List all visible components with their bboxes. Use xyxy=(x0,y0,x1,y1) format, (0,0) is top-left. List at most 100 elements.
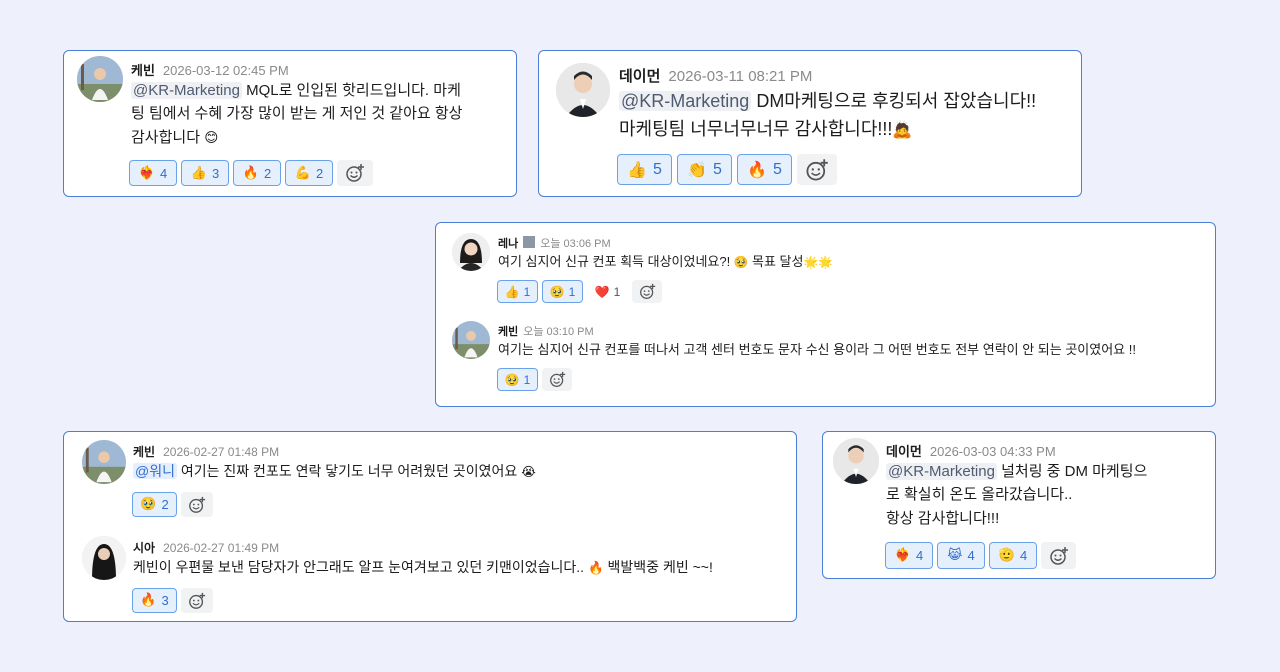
author-name[interactable]: 레나 xyxy=(498,235,518,251)
timestamp[interactable]: 오늘 03:06 PM xyxy=(540,235,610,251)
mention[interactable]: @KR-Marketing xyxy=(886,463,997,480)
avatar[interactable] xyxy=(82,440,126,484)
reaction-thumbs-up[interactable]: 👍 5 xyxy=(617,154,672,185)
avatar[interactable] xyxy=(452,233,490,271)
message-card-damon-dm: 데이먼 2026-03-11 08:21 PM @KR-Marketing DM… xyxy=(538,50,1082,197)
timestamp[interactable]: 2026-03-11 08:21 PM xyxy=(668,68,812,85)
author-name[interactable]: 케빈 xyxy=(131,60,155,79)
timestamp[interactable]: 2026-03-12 02:45 PM xyxy=(163,63,289,78)
reaction-count: 3 xyxy=(211,165,220,181)
timestamp[interactable]: 2026-03-03 04:33 PM xyxy=(930,444,1056,459)
mention[interactable]: @워니 xyxy=(133,463,177,479)
reaction-teary-face[interactable]: 🥹 1 xyxy=(542,280,583,303)
avatar[interactable] xyxy=(452,321,490,359)
add-reaction-button[interactable] xyxy=(632,280,662,303)
reaction-count: 3 xyxy=(161,593,169,608)
reaction-flexed-biceps[interactable]: 💪 2 xyxy=(285,160,333,186)
add-emoji-icon xyxy=(189,592,206,609)
reaction-bar: 🔥 3 xyxy=(132,588,213,613)
thumbs-up-icon: 👍 xyxy=(190,165,207,181)
reaction-heart-on-fire[interactable]: ❤️‍🔥 4 xyxy=(129,160,177,186)
reaction-count: 5 xyxy=(653,160,662,178)
reaction-count: 2 xyxy=(161,497,169,512)
reaction-count: 1 xyxy=(613,284,621,299)
mention[interactable]: @KR-Marketing xyxy=(619,91,752,111)
message-text: @KR-Marketing 널처링 중 DM 마케팅으 로 확실히 온도 올라갔… xyxy=(886,463,1148,527)
message-text: @KR-Marketing DM마케팅으로 후킹되서 잡았습니다!! 마케팅팀 … xyxy=(619,91,1037,139)
reaction-count: 4 xyxy=(915,548,924,563)
author-name[interactable]: 데이먼 xyxy=(886,441,922,460)
add-emoji-icon xyxy=(549,371,565,387)
mention[interactable]: @KR-Marketing xyxy=(131,82,242,99)
timestamp[interactable]: 2026-02-27 01:49 PM xyxy=(163,541,279,555)
avatar[interactable] xyxy=(833,438,879,484)
author-name[interactable]: 시아 xyxy=(133,539,155,556)
smile-emoji: 😊 xyxy=(204,129,219,146)
reaction-bar: 👍 1 🥹 1 ❤️ 1 xyxy=(497,280,662,303)
timestamp[interactable]: 오늘 03:10 PM xyxy=(523,323,593,339)
add-reaction-button[interactable] xyxy=(542,368,572,391)
add-reaction-button[interactable] xyxy=(797,154,837,185)
author-name[interactable]: 케빈 xyxy=(133,443,155,460)
glowing-star-emoji: 🌟🌟 xyxy=(803,255,833,269)
message-text: 여기는 심지어 신규 컨포를 떠나서 고객 센터 번호도 문자 수신 용이라 그… xyxy=(498,342,1136,357)
reaction-count: 2 xyxy=(315,165,324,181)
avatar[interactable] xyxy=(77,56,123,102)
reaction-teary-face[interactable]: 🥹 2 xyxy=(132,492,177,517)
avatar[interactable] xyxy=(556,63,610,117)
message-card-kevin-mql: 케빈 2026-03-12 02:45 PM @KR-Marketing MQL… xyxy=(63,50,517,197)
message-text: @KR-Marketing MQL로 인입된 핫리드입니다. 마케 팅 팀에서 … xyxy=(131,82,463,146)
teary-face-icon: 🥹 xyxy=(504,372,520,387)
reaction-fire[interactable]: 🔥 5 xyxy=(737,154,792,185)
message-card-kevin-sia-thread: 케빈 2026-02-27 01:48 PM @워니 여기는 진짜 컨포도 연락… xyxy=(63,431,797,622)
timestamp[interactable]: 2026-02-27 01:48 PM xyxy=(163,445,279,459)
fire-emoji: 🔥 xyxy=(587,560,604,575)
reaction-count: 5 xyxy=(773,160,782,178)
reaction-count: 1 xyxy=(568,284,576,299)
add-emoji-icon xyxy=(806,158,828,180)
saluting-hand-icon: 🫡 xyxy=(998,548,1015,563)
message-text: 여기 심지어 신규 컨포 획득 대상이었네요?! 🥹 목표 달성🌟🌟 xyxy=(498,254,833,269)
reaction-count: 1 xyxy=(523,372,531,387)
laughing-face-icon: 😹 xyxy=(947,548,963,563)
reaction-fire[interactable]: 🔥 3 xyxy=(132,588,177,613)
teary-face-icon: 🥹 xyxy=(140,497,157,512)
teary-face-emoji: 🥹 xyxy=(733,255,749,269)
reaction-bar: 🥹 1 xyxy=(497,368,572,391)
reaction-bar: ❤️‍🔥 4 👍 3 🔥 2 💪 2 xyxy=(129,160,373,186)
avatar[interactable] xyxy=(82,536,126,580)
reaction-laughing-face[interactable]: 😹 4 xyxy=(937,542,985,569)
thumbs-up-icon: 👍 xyxy=(627,160,647,179)
message-card-lena-thread: 레나 오늘 03:06 PM 여기 심지어 신규 컨포 획득 대상이었네요?! … xyxy=(435,222,1216,407)
thumbs-up-icon: 👍 xyxy=(504,284,520,299)
reaction-clapping-hands[interactable]: 👏 5 xyxy=(677,154,732,185)
reaction-thumbs-up[interactable]: 👍 1 xyxy=(497,280,538,303)
add-emoji-icon xyxy=(639,283,655,299)
clapping-hands-icon: 👏 xyxy=(687,160,707,179)
add-reaction-button[interactable] xyxy=(181,492,213,517)
add-reaction-button[interactable] xyxy=(337,160,373,186)
teary-face-icon: 🥹 xyxy=(549,284,565,299)
reaction-count: 1 xyxy=(523,284,531,299)
author-name[interactable]: 데이먼 xyxy=(619,65,660,86)
author-name[interactable]: 케빈 xyxy=(498,323,518,339)
reaction-heart-on-fire[interactable]: ❤️‍🔥 4 xyxy=(885,542,933,569)
reaction-thumbs-up[interactable]: 👍 3 xyxy=(181,160,229,186)
reaction-saluting-hand[interactable]: 🫡 4 xyxy=(989,542,1037,569)
heart-on-fire-icon: ❤️‍🔥 xyxy=(138,165,155,181)
reaction-teary-face[interactable]: 🥹 1 xyxy=(497,368,538,391)
add-emoji-icon xyxy=(189,496,206,513)
reaction-bar: ❤️‍🔥 4 😹 4 🫡 4 xyxy=(885,542,1076,569)
reaction-fire[interactable]: 🔥 2 xyxy=(233,160,281,186)
reaction-count: 4 xyxy=(159,165,168,181)
reaction-bar: 👍 5 👏 5 🔥 5 xyxy=(617,154,837,185)
reaction-bar: 🥹 2 xyxy=(132,492,213,517)
add-reaction-button[interactable] xyxy=(1041,542,1076,569)
reaction-red-heart[interactable]: ❤️ 1 xyxy=(587,280,628,303)
message-card-damon-nurturing: 데이먼 2026-03-03 04:33 PM @KR-Marketing 널처… xyxy=(822,431,1216,579)
flexed-biceps-icon: 💪 xyxy=(294,165,311,181)
message-text: 케빈이 우편물 보낸 담당자가 안그래도 알프 눈여겨보고 있던 키맨이었습니다… xyxy=(133,559,713,575)
add-reaction-button[interactable] xyxy=(181,588,213,613)
fire-icon: 🔥 xyxy=(242,165,259,181)
reaction-count: 5 xyxy=(713,160,722,178)
